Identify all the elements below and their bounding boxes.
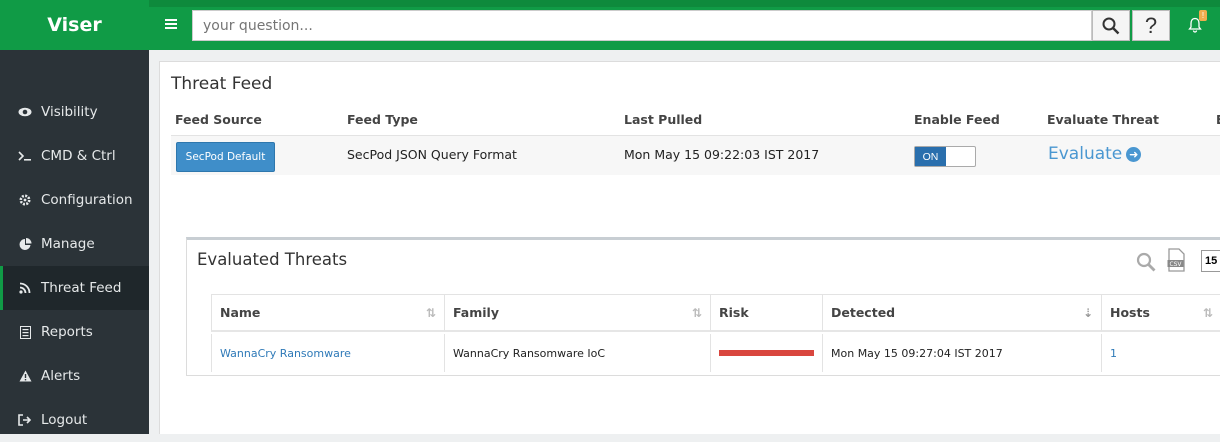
list-icon [18,325,32,339]
feed-last-pulled: Mon May 15 09:22:03 IST 2017 [624,147,820,162]
csv-export-icon[interactable]: CSV [1167,248,1185,272]
hosts-link[interactable]: 1 [1110,347,1117,360]
risk-bar [719,350,814,356]
search-icon [1102,17,1120,34]
threat-name-link[interactable]: WannaCry Ransomware [220,347,351,360]
search-input[interactable] [192,10,1092,41]
svg-text:CSV: CSV [1169,261,1182,268]
table-row-risk [711,334,823,372]
sort-desc-icon: ⇣ [1082,306,1093,320]
col-header-name[interactable]: Name ⇅ [211,294,445,332]
col-header-detected[interactable]: Detected ⇣ [823,294,1102,332]
toggle-on-label: ON [915,147,946,166]
feed-header-source: Feed Source [175,112,262,127]
col-header-hosts[interactable]: Hosts ⇅ [1102,294,1220,332]
feed-header-more: E [1216,112,1220,127]
top-accent-strip [0,0,1220,7]
col-label: Detected [831,305,896,320]
feed-header-enable: Enable Feed [914,112,1000,127]
sidebar-item-threat-feed[interactable]: Threat Feed [0,266,149,310]
panel-title: Evaluated Threats [197,250,348,269]
sort-icon: ⇅ [691,306,702,320]
pie-chart-icon [18,237,32,251]
main-content: Threat Feed Feed Source Feed Type Last P… [159,61,1220,434]
warning-icon [18,369,32,383]
sidebar-item-label: Threat Feed [41,280,122,296]
brand-logo[interactable]: Viser [0,0,149,50]
feed-type: SecPod JSON Query Format [347,147,517,162]
search-button[interactable] [1092,10,1130,41]
sidebar-item-alerts[interactable]: Alerts [0,354,149,398]
search-icon[interactable] [1136,252,1156,272]
top-bar: ? ! [149,7,1220,50]
sort-icon: ⇅ [425,306,436,320]
page-size-select[interactable]: 15 [1201,250,1220,272]
evaluate-link[interactable]: Evaluate ➜ [1048,144,1142,164]
sidebar-item-configuration[interactable]: Configuration [0,178,149,222]
feed-header-last-pulled: Last Pulled [624,112,703,127]
col-header-family[interactable]: Family ⇅ [445,294,711,332]
notification-badge: ! [1199,10,1207,21]
evaluate-label: Evaluate [1048,144,1123,164]
rss-icon [18,281,32,295]
sidebar-item-manage[interactable]: Manage [0,222,149,266]
sidebar-item-reports[interactable]: Reports [0,310,149,354]
table-row-family: WannaCry Ransomware IoC [445,334,711,372]
sidebar-item-visibility[interactable]: Visibility [0,90,149,134]
feed-header-evaluate: Evaluate Threat [1047,112,1160,127]
sidebar-item-label: Logout [41,412,88,428]
feed-row: SecPod Default SecPod JSON Query Format … [171,135,1220,175]
table-row-name[interactable]: WannaCry Ransomware [211,334,445,372]
sidebar-item-label: Visibility [41,104,98,120]
arrow-right-circle-icon: ➜ [1126,146,1142,162]
sort-icon: ⇅ [1202,306,1213,320]
col-header-risk[interactable]: Risk [711,294,823,332]
gear-icon [18,193,32,207]
sidebar-item-cmd-ctrl[interactable]: CMD & Ctrl [0,134,149,178]
sidebar: Viser Visibility CMD & Ctrl Configuratio… [0,0,149,434]
logout-icon [18,413,32,427]
evaluated-threats-panel: Evaluated Threats CSV 15 Name ⇅ Family ⇅ R… [186,237,1220,376]
col-label: Hosts [1110,305,1150,320]
enable-feed-toggle[interactable]: ON [914,146,976,167]
sidebar-item-label: Reports [41,324,93,340]
col-label: Risk [719,305,749,320]
feed-source-button[interactable]: SecPod Default [176,142,275,172]
col-label: Name [220,305,261,320]
table-row-hosts[interactable]: 1 [1102,334,1220,372]
eye-icon [18,105,32,119]
sidebar-item-logout[interactable]: Logout [0,398,149,442]
help-button[interactable]: ? [1132,10,1170,41]
hamburger-menu-icon[interactable] [165,19,177,31]
sidebar-item-label: Alerts [41,368,81,384]
help-icon: ? [1144,12,1158,38]
sidebar-item-label: CMD & Ctrl [41,148,116,164]
col-label: Family [453,305,499,320]
terminal-icon [18,149,32,163]
sidebar-item-label: Manage [41,236,95,252]
page-title: Threat Feed [171,74,273,94]
feed-header-type: Feed Type [347,112,418,127]
table-row-detected: Mon May 15 09:27:04 IST 2017 [823,334,1102,372]
sidebar-item-label: Configuration [41,192,133,208]
